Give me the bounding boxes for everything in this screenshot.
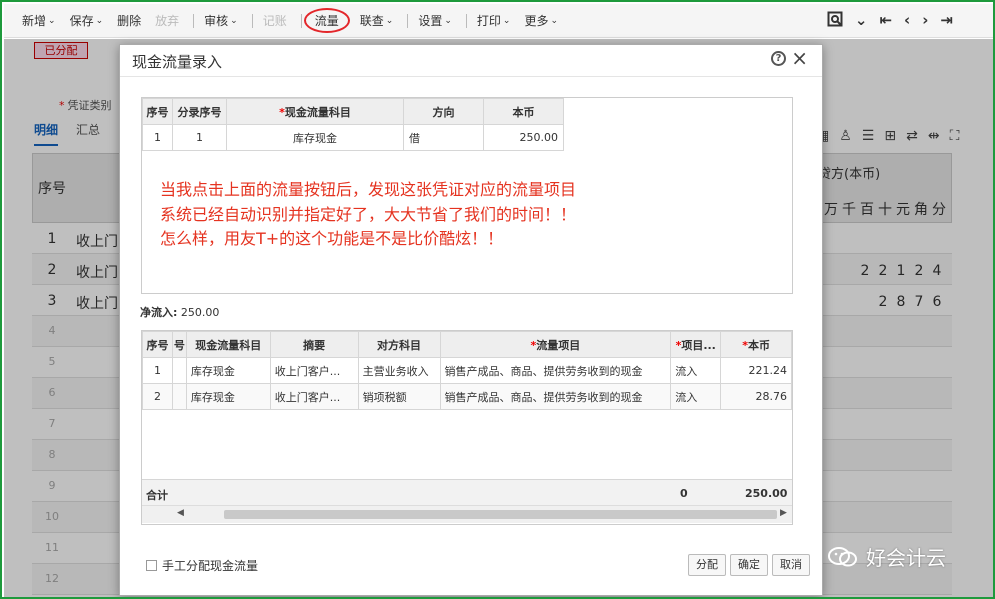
close-icon[interactable]: × <box>791 46 808 70</box>
help-icon[interactable]: ? <box>771 51 786 66</box>
more-button[interactable]: 更多 ⌄ <box>524 12 558 29</box>
flow-items-table: 序号 号 现金流量科目 摘要 对方科目 *流量项目 *项目... *本币 1 库… <box>142 331 792 410</box>
col-direction: 方向 <box>403 98 484 125</box>
col-cash-account: *现金流量科目 <box>226 98 404 125</box>
cash-flow-button[interactable]: 流量 <box>303 8 350 33</box>
search-icon[interactable] <box>827 11 843 31</box>
entry-panel: 序号 分录序号 *现金流量科目 方向 本币 1 1 库存现金 借 250.00 … <box>141 97 793 294</box>
col-entry-seq: 分录序号 <box>172 98 227 125</box>
horizontal-scrollbar[interactable]: ◀ ▶ <box>142 505 792 523</box>
col-amount: 本币 <box>483 98 564 125</box>
col-seq: 序号 <box>142 98 173 125</box>
table-row[interactable]: 1 1 库存现金 借 250.00 <box>142 124 564 151</box>
table-row[interactable]: 1 库存现金 收上门客户... 主营业务收入 销售产成品、商品、提供劳务收到的现… <box>142 357 792 384</box>
entry-table: 序号 分录序号 *现金流量科目 方向 本币 1 1 库存现金 借 250.00 <box>142 98 564 151</box>
table-row[interactable]: 2 库存现金 收上门客户... 销项税额 销售产成品、商品、提供劳务收到的现金 … <box>142 383 792 410</box>
toolbar: 新增 ⌄ 保存 ⌄ 删除 放弃 审核 ⌄ 记账 流量 联查 ⌄ 设置 ⌄ 打印 ⌄ 更多 ⌄ … <box>4 4 993 38</box>
dialog-buttons: 分配 确定 取消 <box>688 554 810 576</box>
allocate-button[interactable]: 分配 <box>688 554 726 576</box>
cash-flow-dialog: 现金流量录入 ? × 序号 分录序号 *现金流量科目 方向 本币 1 1 库存现… <box>119 44 823 596</box>
delete-button[interactable]: 删除 <box>117 12 141 29</box>
first-page-icon[interactable]: ⇤ <box>879 11 892 31</box>
discard-button[interactable]: 放弃 <box>155 12 179 29</box>
total-row: 合计 0 250.00 <box>142 479 792 505</box>
checkbox[interactable] <box>146 560 157 571</box>
audit-button[interactable]: 审核 ⌄ <box>204 12 238 29</box>
window-frame: 新增 ⌄ 保存 ⌄ 删除 放弃 审核 ⌄ 记账 流量 联查 ⌄ 设置 ⌄ 打印 ⌄ 更多 ⌄ … <box>0 0 995 599</box>
confirm-button[interactable]: 确定 <box>730 554 768 576</box>
wechat-icon <box>828 546 858 568</box>
dialog-title: 现金流量录入 <box>132 53 223 71</box>
manual-allocate-checkbox[interactable]: 手工分配现金流量 <box>146 557 258 574</box>
flow-items-panel: 序号 号 现金流量科目 摘要 对方科目 *流量项目 *项目... *本币 1 库… <box>141 330 793 525</box>
last-page-icon[interactable]: ⇥ <box>940 11 953 31</box>
post-button[interactable]: 记账 <box>263 12 287 29</box>
scroll-right-icon[interactable]: ▶ <box>780 508 787 518</box>
save-button[interactable]: 保存 ⌄ <box>70 12 104 29</box>
net-flow: 净流入: 250.00 <box>140 306 220 319</box>
cancel-button[interactable]: 取消 <box>772 554 810 576</box>
query-button[interactable]: 联查 ⌄ <box>360 12 394 29</box>
next-page-icon[interactable]: › <box>922 11 928 31</box>
watermark: 好会计云 <box>828 542 946 571</box>
annotation-note: 当我点击上面的流量按钮后，发现这张凭证对应的流量项目 系统已经自动识别并指定好了… <box>160 180 577 248</box>
scroll-left-icon[interactable]: ◀ <box>177 508 184 518</box>
print-button[interactable]: 打印 ⌄ <box>477 12 511 29</box>
nav-controls: ⌄ ⇤ ‹ › ⇥ <box>827 11 953 31</box>
settings-button[interactable]: 设置 ⌄ <box>418 12 452 29</box>
prev-page-icon[interactable]: ‹ <box>904 11 910 31</box>
scrollbar-thumb[interactable] <box>224 510 777 519</box>
chevron-down-icon[interactable]: ⌄ <box>855 11 868 31</box>
new-button[interactable]: 新增 ⌄ <box>22 12 56 29</box>
